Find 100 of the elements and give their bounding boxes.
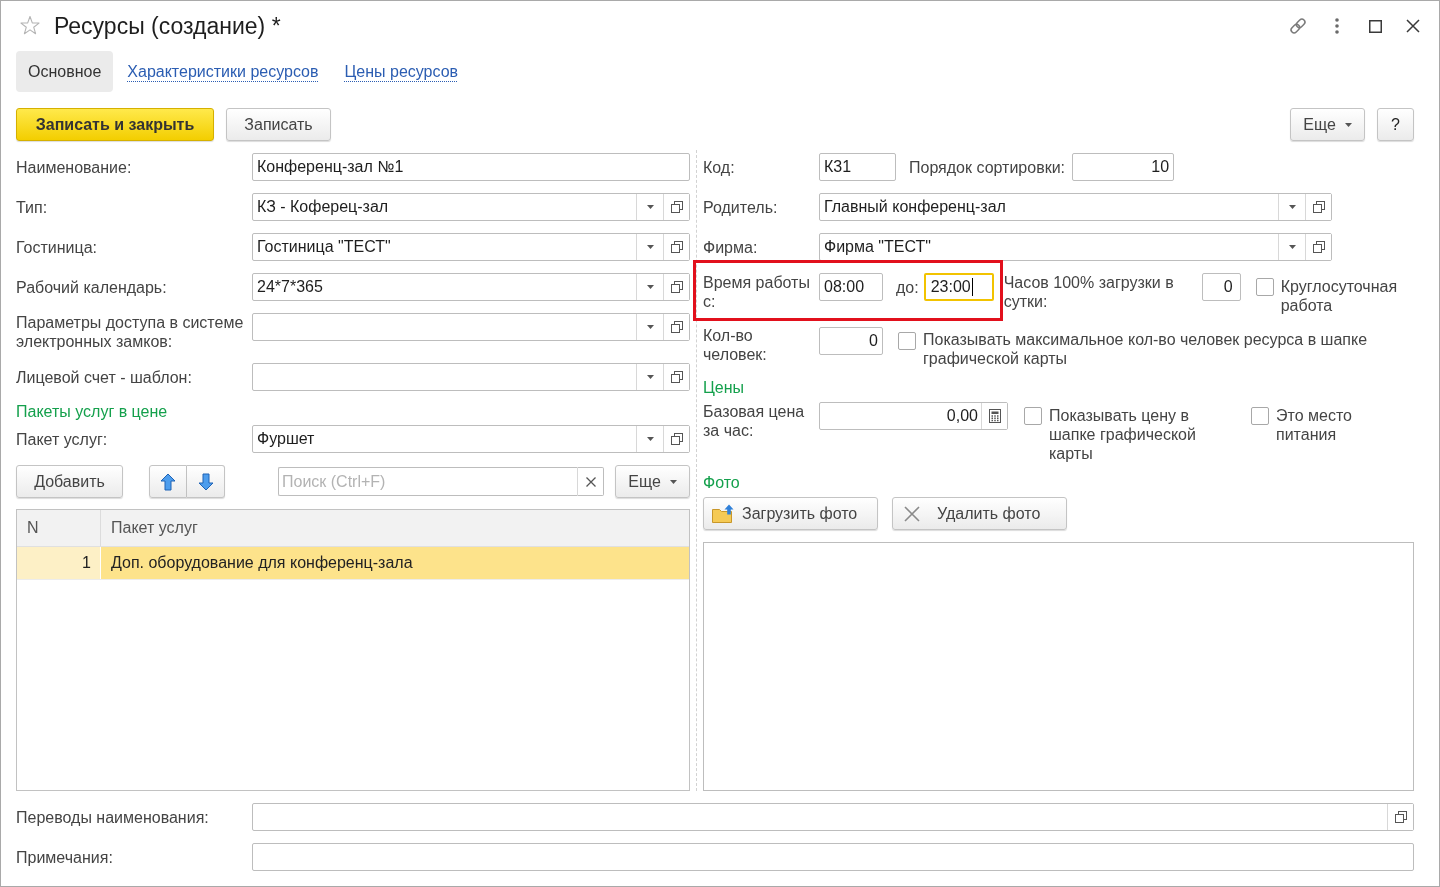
- select-field[interactable]: Гостиница "ТЕСТ": [252, 233, 690, 261]
- field-label: Код:: [703, 157, 735, 177]
- open-button[interactable]: [663, 234, 689, 260]
- folder-arrow-icon: [712, 504, 734, 523]
- open-button[interactable]: [663, 314, 689, 340]
- window-title: Ресурсы (создание) *: [54, 12, 281, 40]
- select-field[interactable]: Фирма "ТЕСТ": [819, 233, 1332, 261]
- field-label: Порядок сортировки:: [909, 157, 1066, 177]
- table-cell: 1: [17, 547, 101, 579]
- number-field[interactable]: 0: [1201, 273, 1241, 301]
- overlapping-squares-icon: [1312, 201, 1325, 213]
- help-button[interactable]: ?: [1377, 108, 1414, 141]
- field-label: Часов 100% загрузки в сутки:: [1003, 273, 1175, 311]
- select-field[interactable]: 24*7*365: [252, 273, 690, 301]
- move-up-button[interactable]: [149, 465, 187, 498]
- field-label: Параметры доступа в системе электронных замков:: [16, 313, 245, 351]
- cross-icon: [585, 476, 596, 487]
- checkbox[interactable]: [1255, 278, 1274, 296]
- caret-icon: [1288, 205, 1296, 209]
- field-label: Базовая цена за час:: [703, 402, 806, 440]
- table-cell-text: Доп. оборудование для конференц-зала: [110, 553, 414, 573]
- open-button[interactable]: [663, 274, 689, 300]
- time-field[interactable]: 08:00: [819, 273, 883, 301]
- open-button[interactable]: [663, 194, 689, 220]
- number-field[interactable]: 10: [1072, 153, 1175, 181]
- tab[interactable]: Характеристики ресурсов: [115, 51, 331, 92]
- calculator-button[interactable]: [981, 403, 1007, 429]
- open-button[interactable]: [663, 426, 689, 452]
- text-field[interactable]: [252, 843, 1414, 871]
- section-title: Пакеты услуг в цене: [16, 403, 168, 421]
- caret-icon: [646, 245, 654, 249]
- column-header[interactable]: Пакет услуг: [101, 510, 689, 546]
- overlapping-squares-icon: [670, 321, 683, 333]
- section-title: Цены: [703, 379, 745, 397]
- field-label: Переводы наименования:: [16, 807, 209, 827]
- more-button[interactable]: Еще: [1290, 108, 1365, 141]
- overlapping-squares-icon: [670, 433, 683, 445]
- column-header[interactable]: N: [17, 510, 101, 546]
- link-icon[interactable]: [1288, 16, 1308, 36]
- overlapping-squares-icon: [670, 281, 683, 293]
- field-label: Лицевой счет - шаблон:: [16, 367, 192, 387]
- open-button[interactable]: [1305, 234, 1331, 260]
- section-title: Фото: [703, 474, 740, 492]
- field-label: Фирма:: [703, 237, 758, 257]
- search-field[interactable]: Поиск (Ctrl+F): [278, 467, 577, 496]
- number-field[interactable]: 0: [819, 327, 883, 355]
- number-field[interactable]: 0,00: [819, 402, 1008, 430]
- select-field[interactable]: [252, 363, 690, 391]
- select-field[interactable]: КЗ - Коферец-зал: [252, 193, 690, 221]
- clear-button[interactable]: [577, 467, 604, 496]
- caret-icon: [646, 437, 654, 441]
- caret-icon: [646, 285, 654, 289]
- save-button[interactable]: Записать: [226, 108, 331, 141]
- overlapping-squares-icon: [670, 201, 683, 213]
- caret-icon: [669, 479, 677, 484]
- close-icon[interactable]: [1406, 19, 1420, 33]
- overlapping-squares-icon: [670, 371, 683, 383]
- checkbox-label: Показывать максимальное кол-во человек ресурса в шапке графической карты: [923, 330, 1369, 368]
- star-icon[interactable]: [20, 16, 40, 36]
- field-label: Рабочий календарь:: [16, 277, 167, 297]
- vertical-dots-icon[interactable]: [1335, 18, 1339, 34]
- field-label: Наименование:: [16, 157, 132, 177]
- caret-icon: [646, 325, 654, 329]
- upload-photo-button[interactable]: Загрузить фото: [703, 497, 878, 530]
- tab[interactable]: Основное: [16, 51, 114, 92]
- text-field[interactable]: [252, 803, 1414, 831]
- delete-photo-button[interactable]: Удалить фото: [892, 497, 1067, 530]
- field-label: Кол-во человек:: [703, 326, 768, 364]
- select-field[interactable]: Главный конференц-зал: [819, 193, 1332, 221]
- time-field[interactable]: 23:00: [923, 273, 994, 301]
- field-label: Время работы с:: [703, 273, 811, 311]
- calculator-icon: [988, 409, 1001, 423]
- open-button[interactable]: [1387, 804, 1413, 830]
- table-row[interactable]: 1 Доп. оборудование для конференц-зала: [17, 547, 689, 580]
- move-down-button[interactable]: [187, 465, 225, 498]
- field-label: Гостиница:: [16, 237, 98, 257]
- save-and-close-button[interactable]: Записать и закрыть: [16, 108, 214, 141]
- maximize-icon[interactable]: [1369, 19, 1382, 33]
- open-button[interactable]: [1305, 194, 1331, 220]
- arrow-down-icon: [197, 472, 214, 491]
- checkbox-label: Показывать цену в шапке графической карты: [1049, 406, 1197, 463]
- checkbox[interactable]: [1024, 407, 1042, 425]
- caret-icon: [1288, 245, 1296, 249]
- checkbox[interactable]: [898, 332, 916, 350]
- text-field[interactable]: Конференц-зал №1: [252, 153, 690, 181]
- checkbox[interactable]: [1251, 407, 1269, 425]
- text-field[interactable]: К31: [819, 153, 896, 181]
- caret-icon: [646, 205, 654, 209]
- tab[interactable]: Цены ресурсов: [332, 51, 471, 92]
- field-label: Примечания:: [16, 847, 113, 867]
- overlapping-squares-icon: [1394, 811, 1407, 823]
- caret-icon: [1344, 122, 1352, 127]
- field-label: Тип:: [16, 197, 48, 217]
- more-button[interactable]: Еще: [615, 465, 690, 498]
- select-field[interactable]: [252, 313, 690, 341]
- select-field[interactable]: Фуршет: [252, 425, 690, 453]
- checkbox-label: Это место питания: [1276, 406, 1353, 444]
- open-button[interactable]: [663, 364, 689, 390]
- add-button[interactable]: Добавить: [16, 465, 123, 498]
- cross-icon: [904, 505, 920, 522]
